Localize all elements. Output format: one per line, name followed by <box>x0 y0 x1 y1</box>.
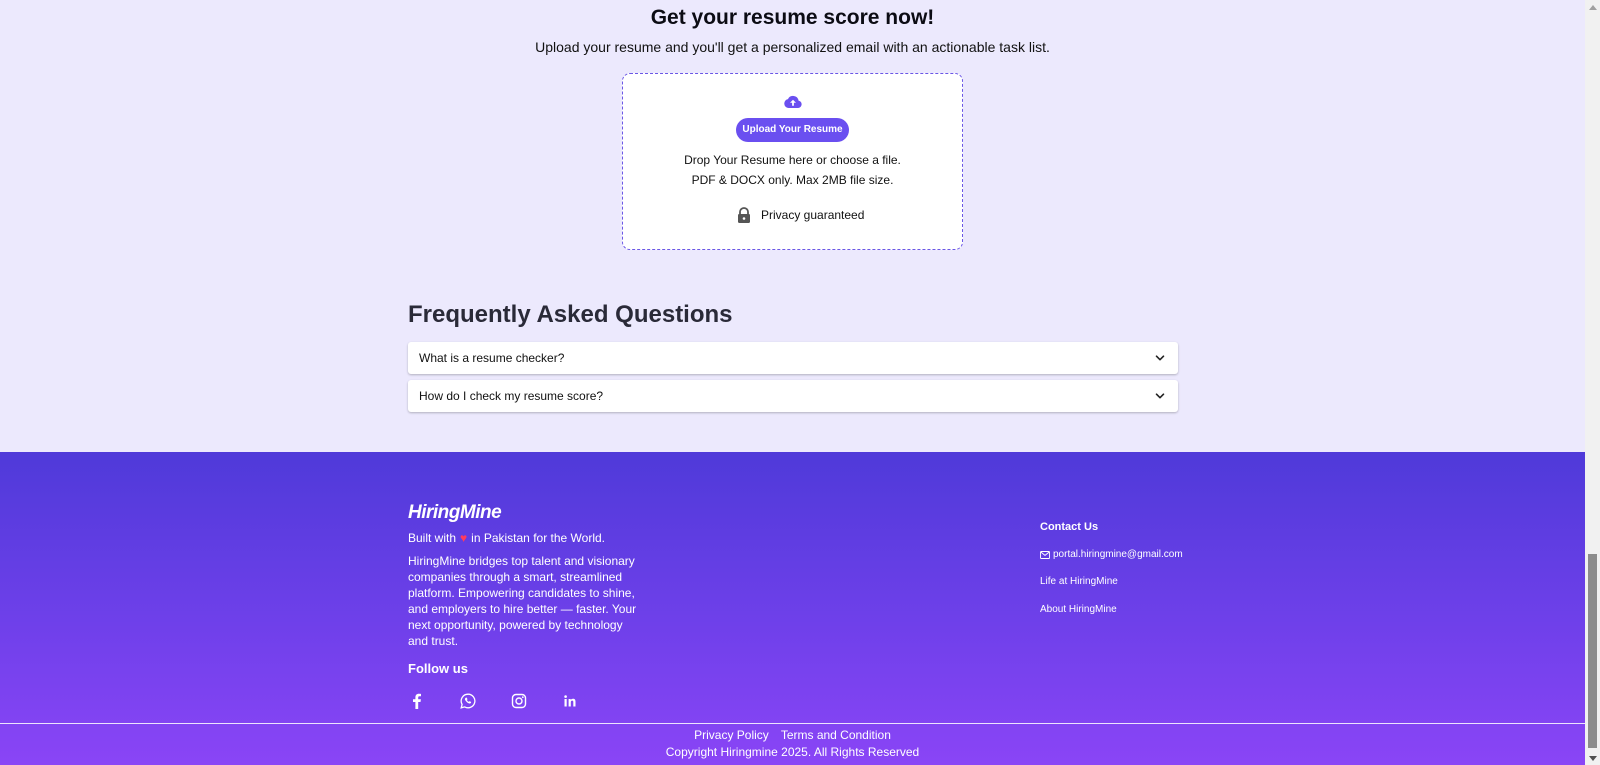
scrollbar-thumb[interactable] <box>1588 554 1597 748</box>
mail-icon <box>1040 550 1050 559</box>
whatsapp-icon[interactable] <box>459 692 477 710</box>
privacy-note: Privacy guaranteed <box>737 207 864 223</box>
arrow-down-icon <box>1588 755 1597 761</box>
legal-links: Privacy Policy Terms and Condition <box>0 728 1585 742</box>
upload-title: Get your resume score now! <box>650 6 935 29</box>
chevron-down-icon <box>1155 355 1165 361</box>
footer-divider <box>0 723 1585 724</box>
resume-dropzone[interactable]: Upload Your Resume Drop Your Resume here… <box>622 73 963 250</box>
linkedin-icon[interactable] <box>561 692 579 710</box>
social-links <box>408 692 579 710</box>
upload-resume-button[interactable]: Upload Your Resume <box>736 118 849 142</box>
copyright-text: Copyright Hiringmine 2025. All Rights Re… <box>665 745 920 759</box>
faq-item[interactable]: What is a resume checker? <box>408 342 1178 374</box>
scroll-up-button[interactable] <box>1585 0 1600 14</box>
terms-link[interactable]: Terms and Condition <box>781 728 891 742</box>
faq-title: Frequently Asked Questions <box>408 301 733 328</box>
built-suffix: in Pakistan for the World. <box>471 531 605 545</box>
life-at-hiringmine-link[interactable]: Life at HiringMine <box>1040 576 1118 587</box>
file-limits: PDF & DOCX only. Max 2MB file size. <box>691 173 894 187</box>
faq-question: How do I check my resume score? <box>419 389 604 403</box>
built-prefix: Built with <box>408 531 457 545</box>
contact-email: portal.hiringmine@gmail.com <box>1053 549 1183 560</box>
privacy-policy-link[interactable]: Privacy Policy <box>694 728 769 742</box>
faq-item[interactable]: How do I check my resume score? <box>408 380 1178 412</box>
built-with-tagline: Built with ♥ in Pakistan for the World. <box>408 531 605 545</box>
cloud-upload-icon <box>784 95 802 108</box>
about-hiringmine-link[interactable]: About HiringMine <box>1040 604 1117 615</box>
footer-logo[interactable]: HiringMine <box>408 502 502 524</box>
heart-icon: ♥ <box>460 531 468 545</box>
instagram-icon[interactable] <box>510 692 528 710</box>
upload-subtitle: Upload your resume and you'll get a pers… <box>535 39 1050 55</box>
contact-email-link[interactable]: portal.hiringmine@gmail.com <box>1040 549 1183 560</box>
arrow-up-icon <box>1588 4 1597 10</box>
footer-description: HiringMine bridges top talent and vision… <box>408 554 637 648</box>
privacy-label: Privacy guaranteed <box>761 208 865 222</box>
facebook-icon[interactable] <box>408 692 426 710</box>
page: Get your resume score now! Upload your r… <box>0 0 1585 765</box>
footer: HiringMine Built with ♥ in Pakistan for th… <box>0 452 1585 765</box>
vertical-scrollbar[interactable] <box>1585 0 1600 765</box>
drop-instructions: Drop Your Resume here or choose a file. <box>684 153 901 167</box>
faq-question: What is a resume checker? <box>419 351 565 365</box>
follow-heading: Follow us <box>408 661 468 676</box>
lock-icon <box>738 207 750 223</box>
contact-heading: Contact Us <box>1040 521 1099 533</box>
scroll-down-button[interactable] <box>1585 751 1600 765</box>
chevron-down-icon <box>1155 393 1165 399</box>
